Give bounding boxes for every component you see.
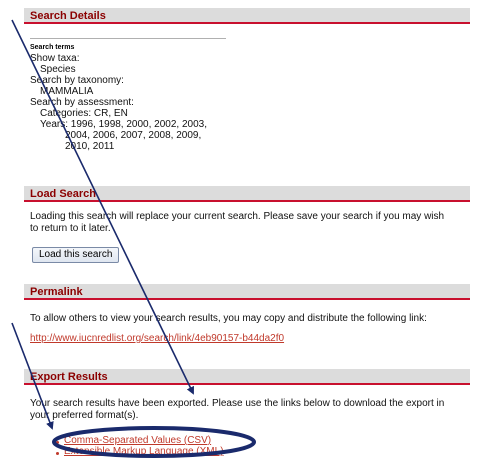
- show-taxa-value: Species: [40, 64, 76, 75]
- load-this-search-button[interactable]: Load this search: [32, 247, 120, 263]
- load-search-header: Load Search: [24, 186, 470, 202]
- taxonomy-value: MAMMALIA: [40, 86, 94, 97]
- years-value-line-2: 2004, 2006, 2007, 2008, 2009,: [65, 130, 202, 141]
- assessment-label: Search by assessment:: [30, 97, 134, 108]
- export-description-1: Your search results have been exported. …: [30, 398, 445, 409]
- search-details-header: Search Details: [24, 8, 470, 24]
- permalink-description: To allow others to view your search resu…: [30, 313, 427, 324]
- export-csv-link[interactable]: Comma-Separated Values (CSV): [64, 435, 211, 446]
- search-terms-rule: [30, 38, 226, 39]
- export-results-header: Export Results: [24, 369, 470, 385]
- years-value-line-1: Years: 1996, 1998, 2000, 2002, 2003,: [40, 119, 207, 130]
- categories-value: Categories: CR, EN: [40, 108, 128, 119]
- permalink-url-link[interactable]: http://www.iucnredlist.org/search/link/4…: [30, 333, 284, 344]
- permalink-header: Permalink: [24, 284, 470, 300]
- load-search-description-2: to return to it later.: [30, 223, 111, 234]
- csv-bullet-icon: [56, 441, 59, 444]
- load-search-description-1: Loading this search will replace your cu…: [30, 211, 445, 222]
- show-taxa-label: Show taxa:: [30, 53, 80, 64]
- search-results-page: Search Details Search terms Show taxa: S…: [0, 0, 477, 470]
- export-xml-link[interactable]: Extensible Markup Language (XML): [64, 446, 224, 457]
- years-value-line-3: 2010, 2011: [65, 141, 115, 152]
- export-description-2: your preferred format(s).: [30, 410, 139, 421]
- taxonomy-label: Search by taxonomy:: [30, 75, 124, 86]
- search-terms-label: Search terms: [30, 44, 75, 51]
- xml-bullet-icon: [56, 452, 59, 455]
